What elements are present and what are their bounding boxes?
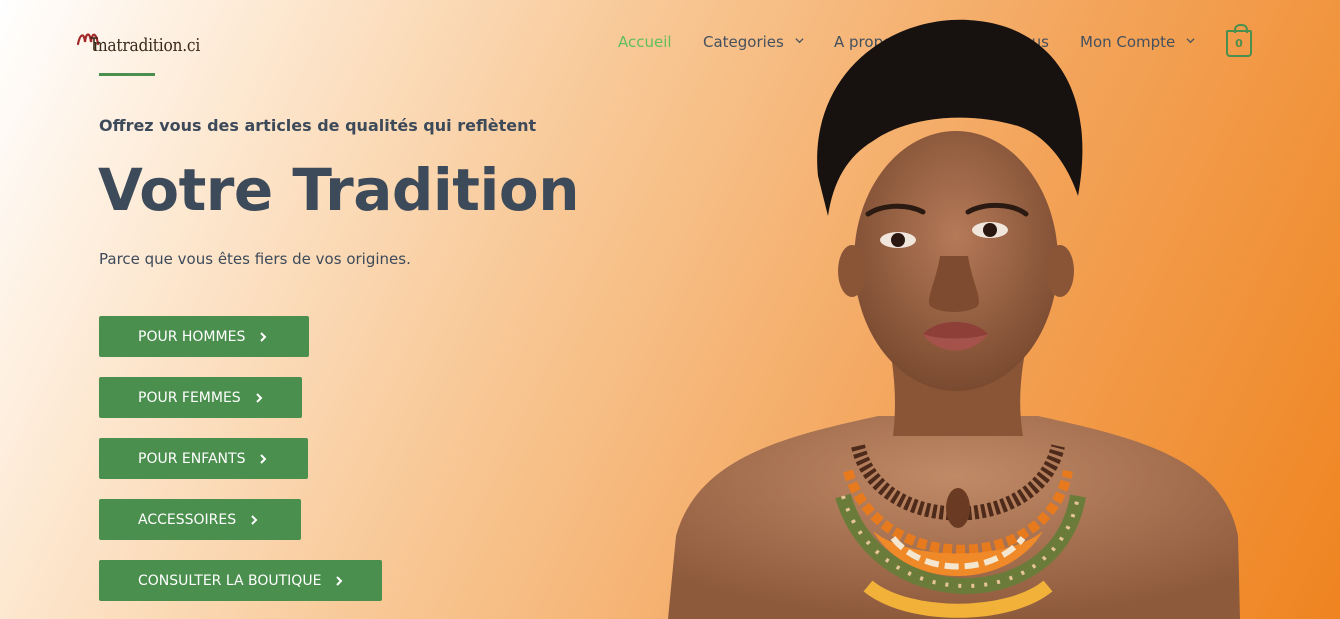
chevron-right-icon	[260, 453, 267, 464]
button-label: POUR ENFANTS	[138, 450, 246, 467]
chevron-right-icon	[336, 575, 343, 586]
button-label: ACCESSOIRES	[138, 511, 237, 528]
chevron-right-icon	[251, 514, 258, 525]
site-logo[interactable]: matradition.ci	[76, 26, 216, 66]
hero-subline: Parce que vous êtes fiers de vos origine…	[99, 250, 411, 268]
nav-item-accueil[interactable]: Accueil	[618, 33, 672, 51]
button-label: POUR HOMMES	[138, 328, 246, 345]
button-label: CONSULTER LA BOUTIQUE	[138, 572, 322, 589]
nav-item-label: Accueil	[618, 33, 672, 51]
button-label: POUR FEMMES	[138, 389, 241, 406]
consulter-la-boutique-button[interactable]: CONSULTER LA BOUTIQUE	[99, 560, 382, 601]
accent-divider	[99, 73, 155, 76]
hero-tagline: Offrez vous des articles de qualités qui…	[99, 116, 537, 135]
chevron-right-icon	[260, 331, 267, 342]
hero-portrait-image	[668, 19, 1240, 619]
logo-text: matradition.ci	[93, 35, 201, 56]
hero-headline: Votre Tradition	[98, 156, 580, 224]
pour-hommes-button[interactable]: POUR HOMMES	[99, 316, 309, 357]
pour-enfants-button[interactable]: POUR ENFANTS	[99, 438, 308, 479]
accessoires-button[interactable]: ACCESSOIRES	[99, 499, 301, 540]
chevron-right-icon	[255, 392, 263, 403]
pour-femmes-button[interactable]: POUR FEMMES	[99, 377, 302, 418]
